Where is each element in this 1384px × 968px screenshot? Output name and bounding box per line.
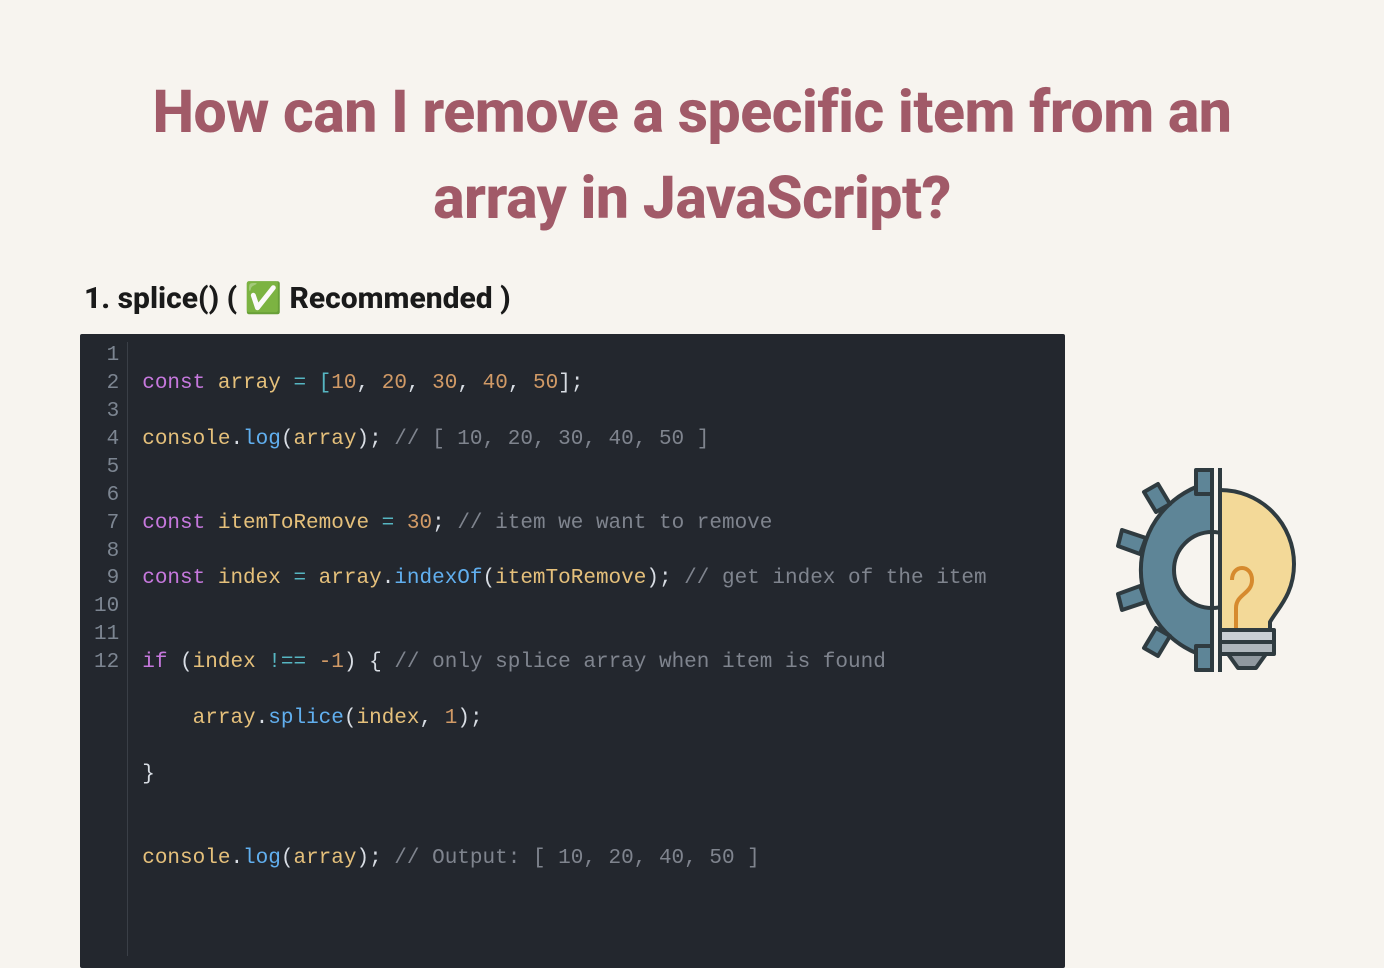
subhead-prefix: 1. splice() ( bbox=[84, 281, 245, 316]
line-number: 8 bbox=[94, 538, 119, 566]
line-number: 12 bbox=[94, 649, 119, 677]
code-line: console.log(array); // [ 10, 20, 30, 40,… bbox=[142, 426, 986, 454]
line-number: 2 bbox=[94, 370, 119, 398]
code-line: array.splice(index, 1); bbox=[142, 705, 986, 733]
subhead-suffix: Recommended ) bbox=[282, 281, 511, 316]
line-number: 6 bbox=[94, 482, 119, 510]
code-line: const itemToRemove = 30; // item we want… bbox=[142, 510, 986, 538]
code-line: const array = [10, 20, 30, 40, 50]; bbox=[142, 370, 986, 398]
line-number: 9 bbox=[94, 565, 119, 593]
page-title: How can I remove a specific item from an… bbox=[80, 70, 1304, 241]
code-gutter: 1 2 3 4 5 6 7 8 9 10 11 12 bbox=[80, 342, 128, 956]
gear-bulb-icon bbox=[1104, 460, 1324, 680]
line-number: 3 bbox=[94, 398, 119, 426]
line-number: 10 bbox=[94, 593, 119, 621]
code-block: 1 2 3 4 5 6 7 8 9 10 11 12 const array =… bbox=[80, 334, 1065, 968]
code-line: } bbox=[142, 761, 986, 789]
code-line: if (index !== -1) { // only splice array… bbox=[142, 649, 986, 677]
code-line: console.log(array); // Output: [ 10, 20,… bbox=[142, 845, 986, 873]
section-heading: 1. splice() ( ✅ Recommended ) bbox=[80, 281, 1304, 316]
check-icon: ✅ bbox=[245, 281, 282, 316]
line-number: 4 bbox=[94, 426, 119, 454]
line-number: 1 bbox=[94, 342, 119, 370]
code-line: const index = array.indexOf(itemToRemove… bbox=[142, 565, 986, 593]
line-number: 5 bbox=[94, 454, 119, 482]
line-number: 7 bbox=[94, 510, 119, 538]
line-number: 11 bbox=[94, 621, 119, 649]
code-content: const array = [10, 20, 30, 40, 50]; cons… bbox=[128, 342, 986, 956]
